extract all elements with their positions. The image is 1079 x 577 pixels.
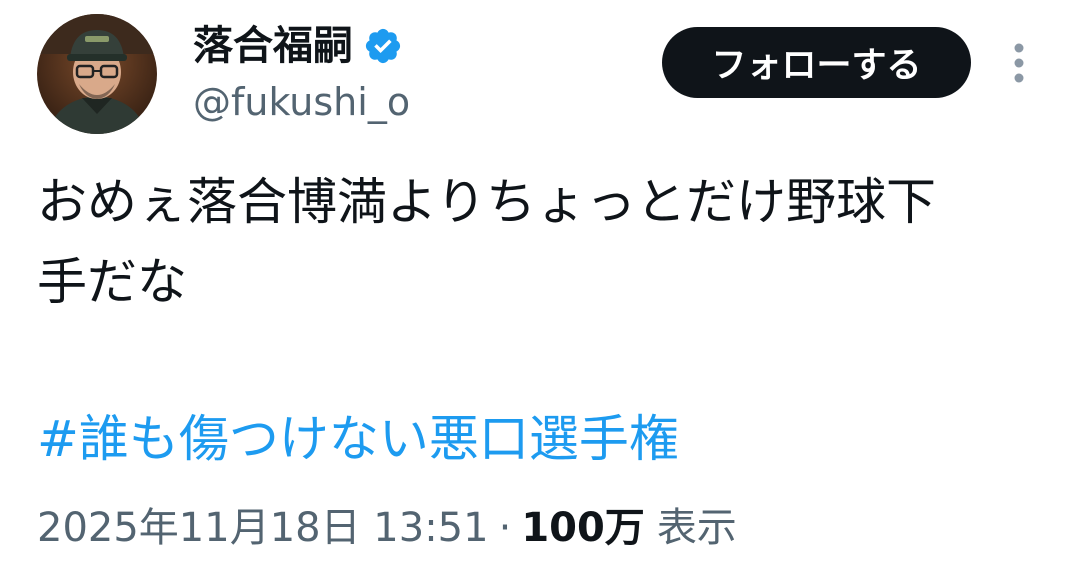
meta-separator: · bbox=[498, 505, 512, 551]
tweet-text: おめぇ落合博満よりちょっとだけ野球下 手だな bbox=[37, 173, 936, 311]
tweet-timestamp[interactable]: 2025年11月18日 13:51 bbox=[37, 500, 489, 556]
vertical-ellipsis-icon[interactable] bbox=[1006, 40, 1032, 86]
hashtag-link[interactable]: #誰も傷つけない悪口選手権 bbox=[37, 404, 679, 474]
author-display-name[interactable]: 落合福嗣 bbox=[193, 18, 353, 74]
follow-button[interactable]: フォローする bbox=[662, 27, 971, 98]
author-handle[interactable]: @fukushi_o bbox=[193, 78, 410, 126]
avatar-image bbox=[37, 14, 157, 134]
views-label: 表示 bbox=[656, 505, 737, 551]
tweet-meta: 2025年11月18日 13:51 · 100万 表示 bbox=[37, 500, 737, 556]
author-name-row: 落合福嗣 bbox=[193, 18, 403, 74]
views-count: 100万 bbox=[521, 505, 645, 551]
avatar[interactable] bbox=[37, 14, 157, 134]
verified-check-icon bbox=[363, 26, 403, 66]
tweet-card: 落合福嗣 @fukushi_o フォローする おめぇ落合博満よりちょっとだけ野球… bbox=[0, 0, 1079, 577]
